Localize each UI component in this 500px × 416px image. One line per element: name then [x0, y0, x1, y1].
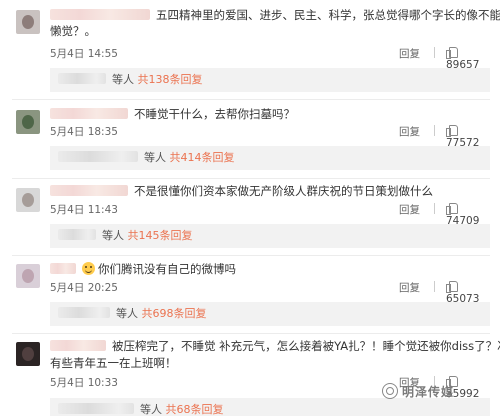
divider — [12, 178, 490, 179]
blurred-username[interactable] — [50, 185, 128, 196]
comment-text: 不睡觉干什么，去帮你扫墓吗？ — [50, 103, 490, 125]
comment-text: 你们腾讯没有自己的微博吗 — [50, 258, 490, 280]
reply-button[interactable]: 回复 — [399, 280, 420, 295]
view-replies-link[interactable]: 共698条回复 — [142, 307, 207, 320]
comment-meta: 5月4日 18:35 回复 77572 — [50, 124, 492, 149]
meta-separator — [434, 203, 435, 214]
blurred-usernames — [58, 403, 134, 414]
divider — [12, 333, 490, 334]
avatar[interactable] — [16, 188, 40, 212]
view-replies-link[interactable]: 共145条回复 — [128, 229, 193, 242]
sub-replies: 等人 共138条回复 — [50, 68, 490, 92]
sub-replies-text: 等人 — [144, 151, 166, 164]
sub-replies-text: 等人 — [102, 229, 124, 242]
divider — [12, 255, 490, 256]
meta-separator — [434, 47, 435, 58]
comment-date: 5月4日 20:25 — [50, 282, 118, 294]
sub-replies-text: 等人 — [116, 307, 138, 320]
reply-button[interactable]: 回复 — [399, 46, 420, 61]
blurred-usernames — [58, 73, 106, 84]
sub-replies-text: 等人 — [140, 403, 162, 416]
sub-replies: 等人 共414条回复 — [50, 146, 490, 170]
comment-date: 5月4日 11:43 — [50, 204, 118, 216]
comment-date: 5月4日 14:55 — [50, 48, 118, 60]
avatar[interactable] — [16, 110, 40, 134]
divider — [12, 99, 490, 100]
reply-button[interactable]: 回复 — [399, 202, 420, 217]
comment-meta: 5月4日 11:43 回复 74709 — [50, 202, 492, 227]
sub-replies: 等人 共145条回复 — [50, 224, 490, 248]
avatar[interactable] — [16, 342, 40, 366]
grinning-emoji-icon — [82, 262, 95, 275]
blurred-username[interactable] — [50, 108, 128, 119]
view-replies-link[interactable]: 共138条回复 — [138, 73, 203, 86]
comment-text-continued: 有些青年五一在上班啊！ — [50, 356, 177, 370]
sub-replies-text: 等人 — [112, 73, 134, 86]
watermark-logo-icon — [382, 383, 398, 399]
thumb-up-icon — [446, 202, 458, 215]
thumb-up-icon — [446, 280, 458, 293]
thumb-up-icon — [446, 46, 458, 59]
blurred-username[interactable] — [50, 9, 150, 20]
comment-text: 不是很懂你们资本家做无产阶级人群庆祝的节日策划做什么 — [50, 180, 490, 202]
blurred-username[interactable] — [50, 340, 106, 351]
comment-date: 5月4日 10:33 — [50, 377, 118, 389]
blurred-usernames — [58, 307, 110, 318]
avatar[interactable] — [16, 10, 40, 34]
view-replies-link[interactable]: 共68条回复 — [166, 403, 224, 416]
watermark: 明泽传媒 — [382, 381, 494, 403]
blurred-usernames — [58, 151, 138, 162]
comment-meta: 5月4日 20:25 回复 65073 — [50, 280, 492, 305]
meta-separator — [434, 281, 435, 292]
thumb-up-icon — [446, 124, 458, 137]
reply-button[interactable]: 回复 — [399, 124, 420, 139]
comment-text-continued: 懒觉？。 — [50, 24, 96, 38]
blurred-username[interactable] — [50, 263, 76, 274]
watermark-text: 明泽传媒 — [402, 385, 455, 399]
meta-separator — [434, 125, 435, 136]
blurred-usernames — [58, 229, 96, 240]
view-replies-link[interactable]: 共414条回复 — [170, 151, 235, 164]
sub-replies: 等人 共698条回复 — [50, 302, 490, 326]
avatar[interactable] — [16, 264, 40, 288]
comment-meta: 5月4日 14:55 回复 89657 — [50, 46, 492, 71]
comment-date: 5月4日 18:35 — [50, 126, 118, 138]
